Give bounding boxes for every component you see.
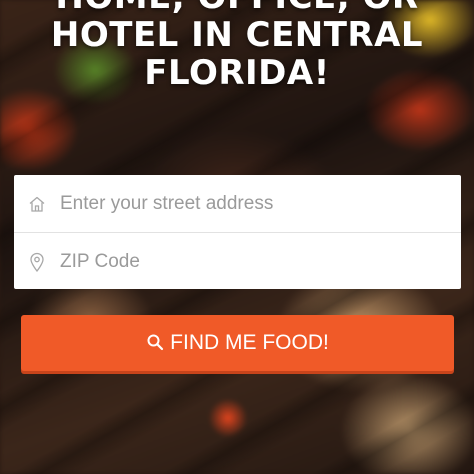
zip-field-row [14,232,461,290]
find-me-food-label: FIND ME FOOD! [170,331,329,354]
page: HOME, OFFICE, OR HOTEL IN CENTRAL FLORID… [0,0,474,474]
street-address-input[interactable] [60,192,440,215]
find-me-food-button[interactable]: FIND ME FOOD! [21,315,454,371]
hero-headline: HOME, OFFICE, OR HOTEL IN CENTRAL FLORID… [0,0,474,92]
headline-line-2: HOTEL IN CENTRAL [50,15,424,55]
headline-line-3: FLORIDA! [144,53,330,93]
zip-code-input[interactable] [60,250,440,273]
map-pin-icon [14,252,60,272]
address-form [14,175,461,289]
address-field-row [14,175,461,232]
search-icon [146,333,164,354]
headline-line-1: HOME, OFFICE, OR [0,0,474,16]
home-icon [14,195,60,213]
